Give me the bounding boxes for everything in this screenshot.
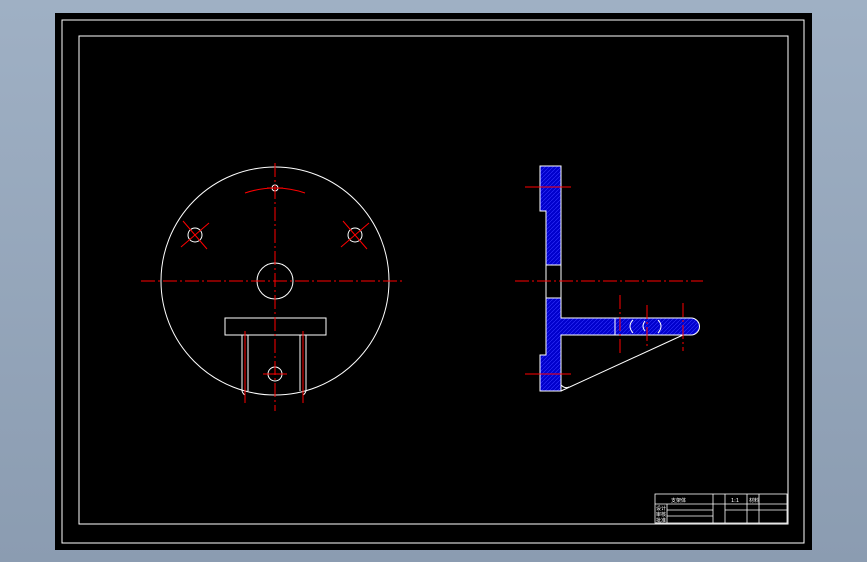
arm-section — [614, 317, 700, 336]
gusset-fillet — [560, 384, 570, 389]
cad-drawing[interactable]: 支架体 1:1 材料 设计 审核 批准 — [55, 13, 812, 550]
title-block-row-2: 审核 — [656, 511, 666, 518]
gusset — [560, 334, 684, 392]
right-hole-cross-b — [340, 222, 370, 248]
left-hole-cross-b — [180, 222, 210, 248]
plate-upper-section — [539, 165, 562, 266]
plate-lower-section — [539, 297, 616, 392]
title-block-row-3: 批准 — [656, 517, 666, 524]
front-centerlines — [141, 163, 403, 411]
side-centerlines — [515, 186, 703, 375]
title-block-title: 支架体 — [671, 497, 686, 504]
title-block-scale: 1:1 — [731, 498, 739, 504]
title-block-row-1: 设计 — [656, 505, 666, 512]
title-block-sheet: 材料 — [749, 497, 759, 504]
drawing-sheet: 支架体 1:1 材料 设计 审核 批准 — [55, 13, 812, 550]
inner-border — [78, 35, 789, 525]
side-section-view — [539, 165, 700, 392]
